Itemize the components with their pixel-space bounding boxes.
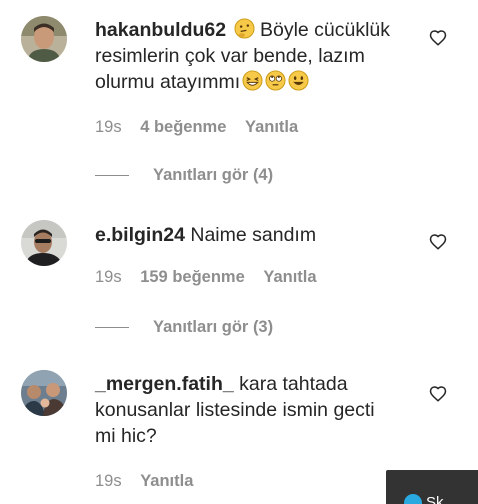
avatar-image — [21, 370, 67, 416]
comment-meta: 19s 4 beğenme Yanıtla — [95, 118, 312, 137]
like-heart-icon[interactable] — [429, 385, 447, 403]
avatar[interactable] — [21, 16, 67, 62]
avatar-image — [21, 16, 67, 62]
app-logo-icon — [404, 494, 422, 504]
like-heart-icon[interactable] — [429, 29, 447, 47]
comment-time[interactable]: 19s — [95, 118, 122, 136]
comment-text: hakanbuldu62 Böyle cücüklük resimlerin ç… — [95, 17, 400, 95]
grinning-squinting-emoji — [242, 70, 263, 91]
reply-button[interactable]: Yanıtla — [140, 472, 193, 490]
popup-text: Sk — [426, 494, 444, 504]
replies-divider-line — [95, 175, 129, 177]
comment-username[interactable]: e.bilgin24 — [95, 224, 185, 246]
avatar[interactable] — [21, 220, 67, 266]
view-replies-button[interactable]: Yanıtları gör (4) — [95, 166, 273, 185]
comment-time[interactable]: 19s — [95, 268, 122, 286]
reply-button[interactable]: Yanıtla — [263, 268, 316, 286]
replies-divider-line — [95, 327, 129, 329]
rolling-eyes-emoji — [265, 70, 286, 91]
comment-meta: 19s 159 beğenme Yanıtla — [95, 268, 331, 287]
avatar[interactable] — [21, 370, 67, 416]
like-count[interactable]: 4 beğenme — [140, 118, 226, 136]
corner-popup[interactable]: Sk — [386, 470, 478, 504]
grinning-face-emoji — [288, 70, 309, 91]
comment-username[interactable]: _mergen.fatih_ — [95, 373, 234, 395]
comment-text: _mergen.fatih_ kara tahtada konusanlar l… — [95, 371, 400, 449]
comment-body: Naime sandım — [190, 224, 317, 246]
thinking-face-emoji — [234, 18, 255, 39]
comment-username[interactable]: hakanbuldu62 — [95, 19, 226, 41]
comment-meta: 19s Yanıtla — [95, 472, 207, 491]
like-count[interactable]: 159 beğenme — [140, 268, 245, 286]
view-replies-label: Yanıtları gör (4) — [153, 166, 274, 184]
comment-text: e.bilgin24 Naime sandım — [95, 222, 400, 248]
like-heart-icon[interactable] — [429, 233, 447, 251]
avatar-image — [21, 220, 67, 266]
view-replies-button[interactable]: Yanıtları gör (3) — [95, 318, 273, 337]
view-replies-label: Yanıtları gör (3) — [153, 318, 274, 336]
reply-button[interactable]: Yanıtla — [245, 118, 298, 136]
comment-time[interactable]: 19s — [95, 472, 122, 490]
